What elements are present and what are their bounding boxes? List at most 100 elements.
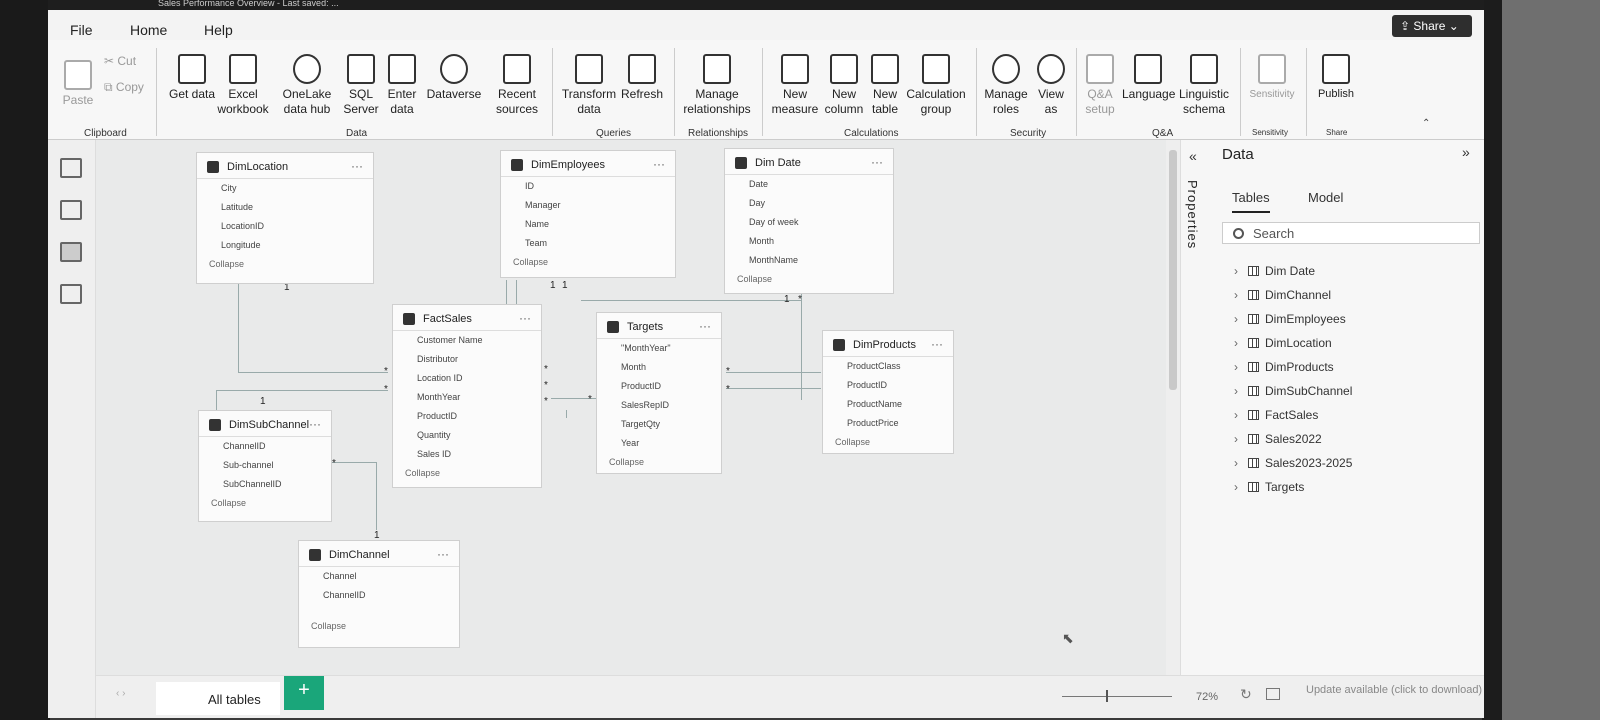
report-view-icon[interactable] (60, 158, 82, 178)
chevron-right-icon[interactable]: › (1234, 456, 1248, 470)
properties-pane-collapsed[interactable]: « Properties (1180, 140, 1210, 718)
field-item[interactable]: Sales ID (393, 445, 541, 464)
new-table-button[interactable]: New table (868, 54, 902, 117)
field-item[interactable]: Date (725, 175, 893, 194)
more-options-icon[interactable]: ··· (351, 159, 363, 173)
field-item[interactable]: ProductID (823, 376, 953, 395)
page-nav-icon[interactable]: ‹ › (116, 688, 125, 699)
table-list-item[interactable]: › DimEmployees (1234, 312, 1346, 330)
table-list-item[interactable]: › Dim Date (1234, 264, 1315, 282)
cut-button[interactable]: ✂ Cut (104, 54, 136, 69)
chevron-right-icon[interactable]: › (1234, 360, 1248, 374)
field-item[interactable]: MonthName (725, 251, 893, 270)
field-item[interactable]: ProductClass (823, 357, 953, 376)
table-list-item[interactable]: › Sales2022 (1234, 432, 1322, 450)
field-item[interactable]: TargetQty (597, 415, 721, 434)
sensitivity-button[interactable]: Sensitivity (1244, 54, 1300, 102)
refresh-button[interactable]: Refresh (620, 54, 664, 102)
zoom-slider-thumb[interactable] (1106, 690, 1108, 702)
chevron-right-icon[interactable]: › (1234, 264, 1248, 278)
field-item[interactable]: Customer Name (393, 331, 541, 350)
field-item[interactable]: ProductID (393, 407, 541, 426)
collapse-toggle[interactable]: Collapse (725, 270, 893, 284)
collapse-toggle[interactable]: Collapse (597, 453, 721, 467)
field-item[interactable]: ProductName (823, 395, 953, 414)
copy-button[interactable]: ⧉ Copy (104, 80, 144, 95)
search-input[interactable]: Search (1222, 222, 1480, 244)
calculation-group-button[interactable]: Calculation group (904, 54, 968, 117)
chevron-right-icon[interactable]: › (1234, 336, 1248, 350)
field-item[interactable]: City (197, 179, 373, 198)
field-item[interactable]: Day (725, 194, 893, 213)
chevron-right-icon[interactable]: › (1234, 288, 1248, 302)
field-item[interactable]: Location ID (393, 369, 541, 388)
chevron-right-icon[interactable]: › (1234, 432, 1248, 446)
get-data-button[interactable]: Get data (166, 54, 218, 102)
table-list-item[interactable]: › DimProducts (1234, 360, 1334, 378)
field-item[interactable]: Name (501, 215, 675, 234)
more-options-icon[interactable]: ··· (931, 337, 943, 351)
field-item[interactable]: MonthYear (393, 388, 541, 407)
field-item[interactable]: Manager (501, 196, 675, 215)
sql-server-button[interactable]: SQL Server (342, 54, 380, 117)
field-item[interactable]: Latitude (197, 198, 373, 217)
field-item[interactable]: Month (597, 358, 721, 377)
table-card-factsales[interactable]: FactSales ··· Customer Name Distributor L… (392, 304, 542, 488)
table-list-item[interactable]: › Sales2023-2025 (1234, 456, 1352, 474)
table-card-dimchannel[interactable]: DimChannel ··· Channel ChannelID Collapse (298, 540, 460, 648)
collapse-toggle[interactable]: Collapse (197, 255, 373, 269)
field-item[interactable]: Longitude (197, 236, 373, 255)
dax-query-icon[interactable] (60, 284, 82, 304)
table-card-dimlocation[interactable]: DimLocation ··· City Latitude LocationID … (196, 152, 374, 284)
menu-home[interactable]: Home (130, 22, 168, 42)
table-list-item[interactable]: › Targets (1234, 480, 1304, 498)
chevron-right-icon[interactable]: › (1234, 480, 1248, 494)
collapse-ribbon-icon[interactable]: ⌃ (1422, 118, 1430, 129)
collapse-pane-icon[interactable]: » (1462, 144, 1470, 160)
menu-file[interactable]: File (70, 22, 93, 38)
recent-sources-button[interactable]: Recent sources (488, 54, 546, 117)
menu-help[interactable]: Help (204, 22, 233, 38)
field-item[interactable]: LocationID (197, 217, 373, 236)
table-view-icon[interactable] (60, 200, 82, 220)
scrollbar-thumb[interactable] (1169, 150, 1177, 390)
fit-to-screen-icon[interactable] (1266, 688, 1280, 700)
collapse-toggle[interactable]: Collapse (299, 605, 459, 631)
model-canvas[interactable]: 1 * * 1 * 1 * * * * 1 1 * * 1 * DimLocat… (96, 140, 1166, 675)
table-list-item[interactable]: › FactSales (1234, 408, 1318, 426)
more-options-icon[interactable]: ··· (653, 157, 665, 171)
tab-all-tables[interactable]: All tables (156, 682, 280, 715)
more-options-icon[interactable]: ··· (699, 319, 711, 333)
new-measure-button[interactable]: New measure (770, 54, 820, 117)
excel-workbook-button[interactable]: Excel workbook (216, 54, 270, 117)
field-item[interactable]: Team (501, 234, 675, 253)
linguistic-schema-button[interactable]: Linguistic schema (1176, 54, 1232, 117)
new-column-button[interactable]: New column (822, 54, 866, 117)
table-list-item[interactable]: › DimLocation (1234, 336, 1332, 354)
collapse-toggle[interactable]: Collapse (199, 494, 331, 508)
transform-data-button[interactable]: Transform data (560, 54, 618, 117)
table-card-dimsubchannel[interactable]: DimSubChannel ··· ChannelID Sub-channel S… (198, 410, 332, 522)
manage-roles-button[interactable]: Manage roles (982, 54, 1030, 117)
field-item[interactable]: Day of week (725, 213, 893, 232)
zoom-slider[interactable] (1062, 696, 1172, 697)
field-item[interactable]: Year (597, 434, 721, 453)
tab-tables[interactable]: Tables (1232, 190, 1270, 213)
field-item[interactable]: SalesRepID (597, 396, 721, 415)
canvas-scrollbar[interactable] (1166, 140, 1180, 675)
more-options-icon[interactable]: ··· (437, 547, 449, 561)
more-options-icon[interactable]: ··· (871, 155, 883, 169)
share-button[interactable]: ⇪ Share ⌄ (1392, 15, 1472, 37)
field-item[interactable]: Sub-channel (199, 456, 331, 475)
field-item[interactable]: ChannelID (199, 437, 331, 456)
field-item[interactable]: Month (725, 232, 893, 251)
manage-relationships-button[interactable]: Manage relationships (678, 54, 756, 117)
field-item[interactable]: ID (501, 177, 675, 196)
table-card-targets[interactable]: Targets ··· "MonthYear" Month ProductID S… (596, 312, 722, 474)
tab-model[interactable]: Model (1308, 190, 1343, 205)
paste-button[interactable]: Paste (58, 60, 98, 108)
add-layout-button[interactable]: + (284, 676, 324, 710)
reset-zoom-icon[interactable]: ↻ (1240, 686, 1252, 703)
table-card-dimproducts[interactable]: DimProducts ··· ProductClass ProductID Pr… (822, 330, 954, 454)
more-options-icon[interactable]: ··· (519, 311, 531, 325)
